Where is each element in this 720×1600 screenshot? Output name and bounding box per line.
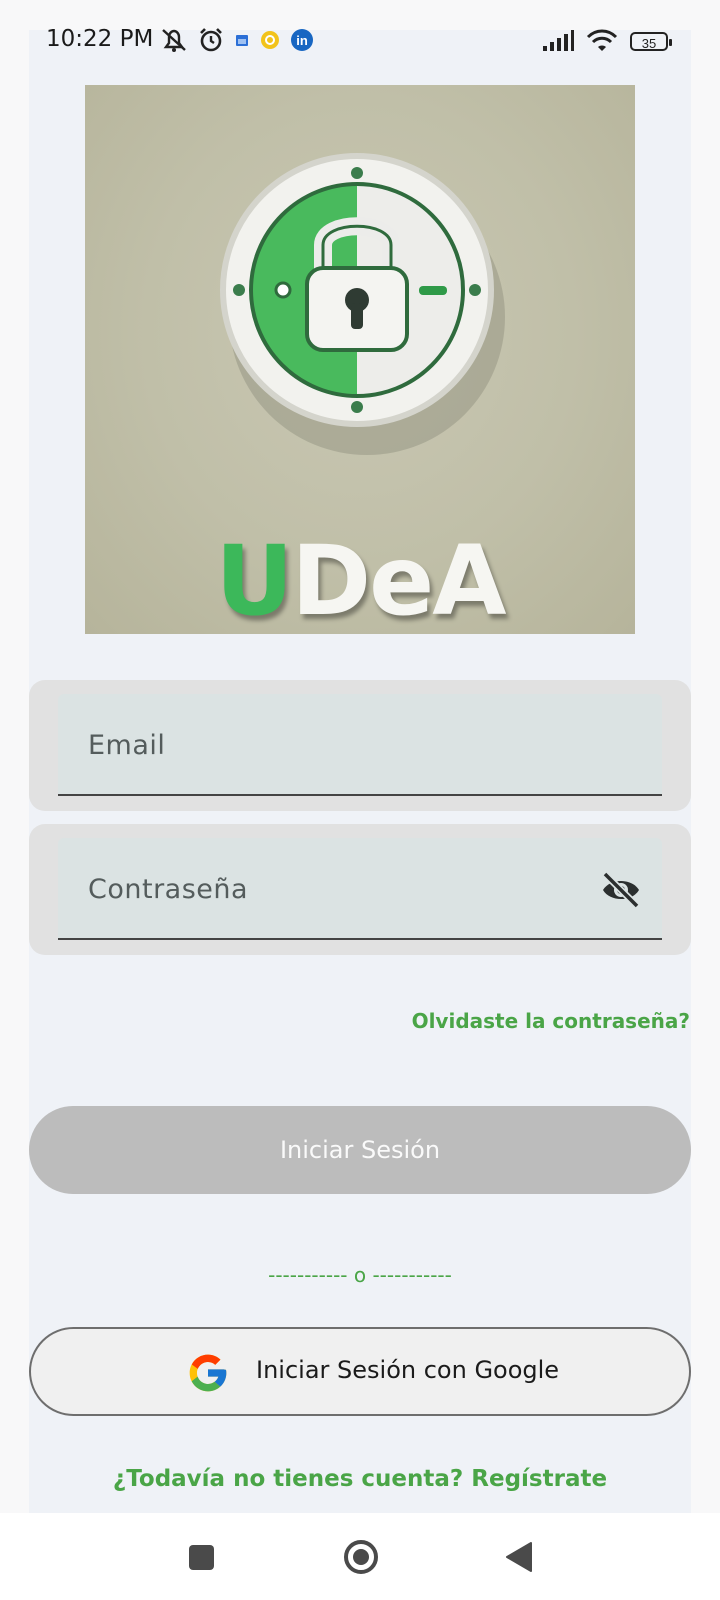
svg-text:in: in [296,33,308,48]
lock-emblem-icon [220,153,505,455]
logo-wordmark: UDeA [85,525,635,637]
logo-letters-dea: DeA [291,525,506,637]
email-field[interactable]: Email [58,694,662,796]
alarm-icon [200,28,222,52]
linkedin-icon: in [291,29,313,51]
battery-icon: 35 [630,31,672,51]
register-link[interactable]: ¿Todavía no tienes cuenta? Regístrate [0,1466,720,1492]
mute-notification-icon [162,29,186,52]
or-divider: ----------- o ----------- [268,1263,452,1287]
recents-icon[interactable] [189,1545,214,1570]
status-bar: 10:22 PM in 35 [0,0,720,60]
email-placeholder: Email [88,730,166,761]
wifi-icon [586,29,618,51]
email-field-container: Email [29,680,691,811]
back-icon[interactable] [505,1541,533,1573]
logo-letter-u: U [215,525,293,637]
forgot-password-link[interactable]: Olvidaste la contraseña? [412,1009,690,1033]
google-icon [189,1354,227,1392]
calendar-icon [236,35,248,46]
status-time: 10:22 PM [46,26,154,52]
google-signin-label: Iniciar Sesión con Google [256,1356,560,1384]
signal-icon [543,30,574,51]
password-field-container: Contraseña [29,824,691,955]
eye-off-icon[interactable] [600,870,642,910]
notification-dot-icon [261,31,279,49]
home-icon[interactable] [343,1539,379,1575]
google-signin-button[interactable]: Iniciar Sesión con Google [29,1327,691,1416]
app-logo: UDeA [85,85,635,637]
login-button[interactable]: Iniciar Sesión [29,1106,691,1194]
password-placeholder: Contraseña [88,874,249,905]
status-icons-left: in [160,26,314,54]
status-icons-right: 35 [542,27,672,55]
password-field[interactable]: Contraseña [58,838,662,940]
